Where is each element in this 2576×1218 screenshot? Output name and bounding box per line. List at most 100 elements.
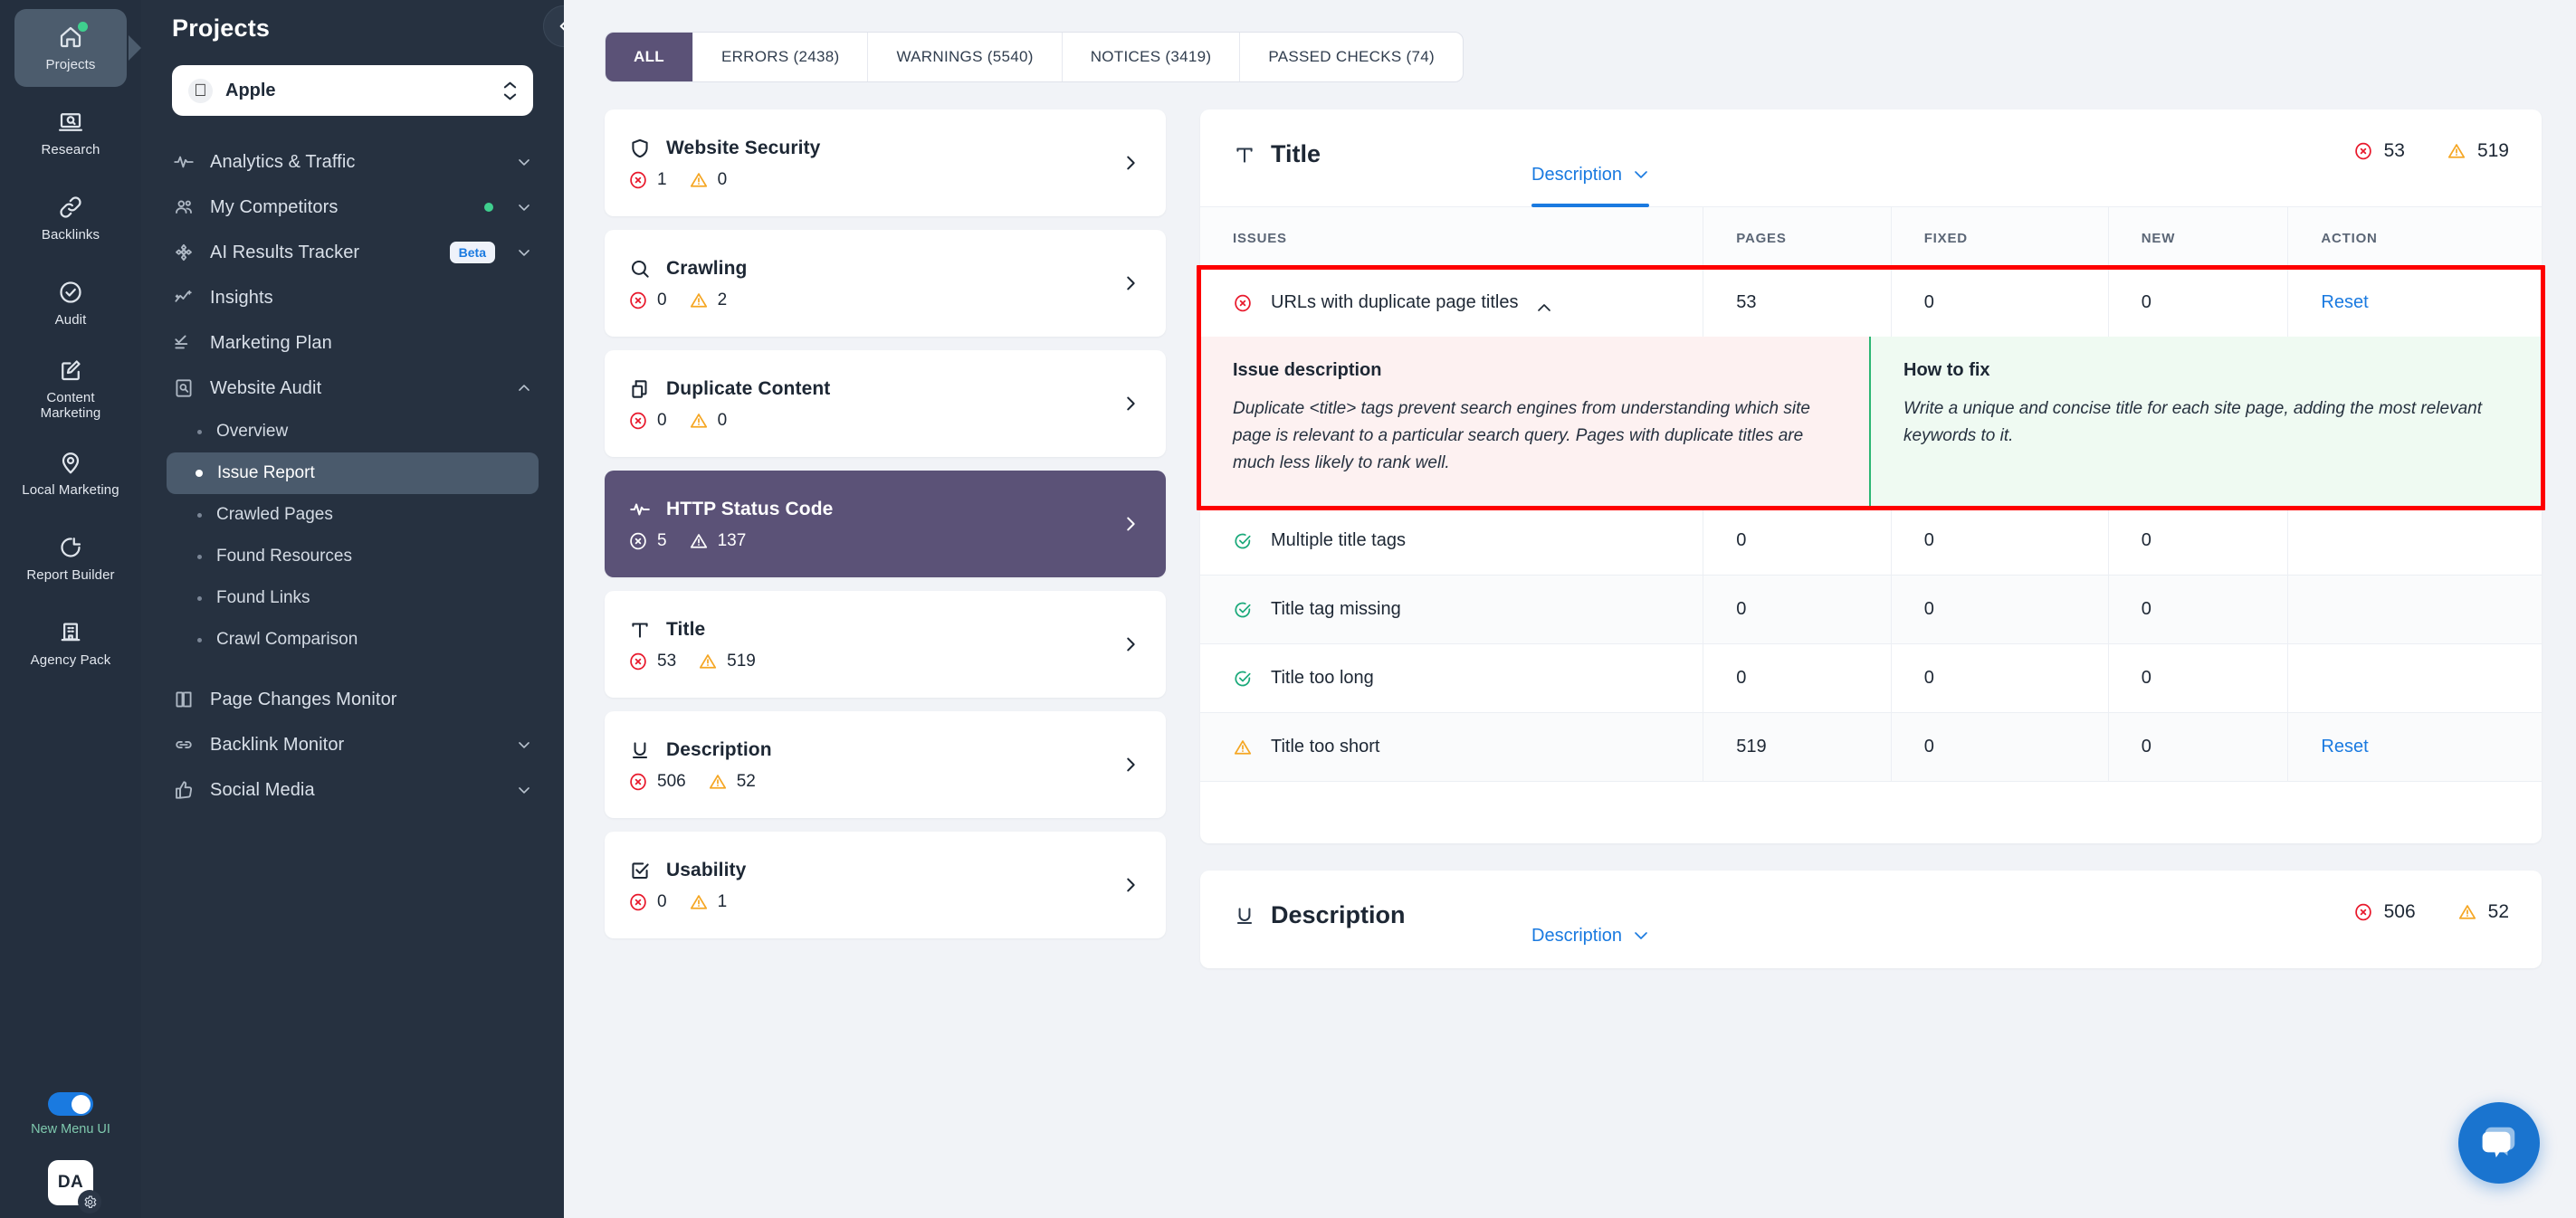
pulse-icon <box>628 498 652 521</box>
sidebar-item-analytics-traffic[interactable]: Analytics & Traffic <box>141 139 564 185</box>
new-menu-ui-toggle[interactable] <box>48 1092 93 1116</box>
error-count: 0 <box>657 410 667 430</box>
chevron-up-icon[interactable] <box>1536 298 1552 311</box>
cell-pages: 519 <box>1703 712 1892 782</box>
sidebar-item-page-changes-monitor[interactable]: Page Changes Monitor <box>141 677 564 722</box>
table-row[interactable]: Multiple title tags 0 0 0 <box>1200 507 2542 576</box>
rail-item-audit[interactable]: Audit <box>14 264 127 342</box>
tab-notices[interactable]: NOTICES (3419) <box>1061 33 1240 81</box>
sidebar-item-marketing-plan[interactable]: Marketing Plan <box>141 320 564 366</box>
panel-error-count: 53 <box>2383 140 2405 161</box>
sidebar-item-website-audit[interactable]: Website Audit <box>141 366 564 411</box>
sidebar-item-overview[interactable]: Overview <box>167 411 539 452</box>
chevron-down-icon[interactable] <box>515 198 533 216</box>
chevron-down-icon[interactable] <box>515 736 533 754</box>
sidebar-item-ai-results-tracker[interactable]: AI Results Tracker Beta <box>141 230 564 275</box>
pulse-icon <box>172 150 196 174</box>
category-title-row: Crawling <box>628 257 1121 281</box>
sidebar-item-found-resources[interactable]: Found Resources <box>167 536 539 577</box>
warning-icon <box>689 290 709 310</box>
rail-label: Audit <box>54 312 87 328</box>
issue-name-group: Title too long <box>1233 668 1703 689</box>
chevron-down-icon[interactable] <box>515 153 533 171</box>
issues-table-rows: Multiple title tags 0 0 0 Title tag miss… <box>1200 507 2542 782</box>
rail-item-content-marketing[interactable]: Content Marketing <box>14 349 127 427</box>
cell-action[interactable]: Reset <box>2287 712 2542 782</box>
chevron-right-icon[interactable] <box>1121 514 1140 534</box>
cell-issue[interactable]: Title too short <box>1200 712 1704 782</box>
cell-action[interactable]: Reset <box>2288 269 2542 337</box>
sidebar-title: Projects <box>172 14 271 42</box>
rail-label: Research <box>41 142 100 157</box>
project-selector[interactable]:  Apple <box>172 65 533 116</box>
reset-button[interactable]: Reset <box>2321 292 2368 312</box>
chat-bubble-icon[interactable] <box>2458 1102 2540 1184</box>
chevron-right-icon[interactable] <box>1121 153 1140 173</box>
error-count: 506 <box>657 771 686 791</box>
gear-icon[interactable] <box>78 1190 101 1213</box>
chevron-right-icon[interactable] <box>1121 875 1140 895</box>
chevron-right-icon[interactable] <box>1121 634 1140 654</box>
sidebar-item-backlink-monitor[interactable]: Backlink Monitor <box>141 722 564 767</box>
category-card-website-security[interactable]: Website Security 1 0 <box>605 109 1166 216</box>
rail-item-agency-pack[interactable]: Agency Pack <box>14 604 127 682</box>
category-body: Duplicate Content 0 0 <box>628 377 1121 431</box>
rail-item-research[interactable]: Research <box>14 94 127 172</box>
tab-all[interactable]: ALL <box>606 33 692 81</box>
tab-passed-checks[interactable]: PASSED CHECKS (74) <box>1239 33 1463 81</box>
warning-stat: 0 <box>689 411 727 431</box>
category-card-http-status-code[interactable]: HTTP Status Code 5 137 <box>605 471 1166 577</box>
chevron-right-icon[interactable] <box>1121 755 1140 775</box>
sidebar-item-insights[interactable]: Insights <box>141 275 564 320</box>
sidebar-item-crawl-comparison[interactable]: Crawl Comparison <box>167 619 539 661</box>
warning-icon <box>2447 141 2466 161</box>
chevron-right-icon[interactable] <box>1121 394 1140 414</box>
table-row[interactable]: Title too short 519 0 0 Reset <box>1200 712 2542 782</box>
warning-count: 52 <box>736 771 756 791</box>
table-row[interactable]: URLs with duplicate page titles 53 0 0 R… <box>1200 269 2542 337</box>
rail-item-backlinks[interactable]: Backlinks <box>14 179 127 257</box>
sidebar-item-found-links[interactable]: Found Links <box>167 577 539 619</box>
category-body: Usability 0 1 <box>628 859 1121 912</box>
category-card-title[interactable]: Title 53 519 <box>605 591 1166 698</box>
cell-issue[interactable]: URLs with duplicate page titles <box>1200 269 1704 337</box>
rail-label: Projects <box>45 57 96 72</box>
error-stat: 1 <box>628 170 667 190</box>
sidebar-item-social-media[interactable]: Social Media <box>141 767 564 813</box>
chevron-right-icon[interactable] <box>1121 273 1140 293</box>
cell-issue[interactable]: Title too long <box>1200 643 1704 713</box>
apple-logo-icon:  <box>188 78 213 103</box>
tab-errors[interactable]: ERRORS (2438) <box>692 33 868 81</box>
user-avatar-group[interactable]: DA <box>48 1160 101 1213</box>
table-row[interactable]: Title too long 0 0 0 <box>1200 643 2542 713</box>
chevron-up-icon[interactable] <box>515 379 533 397</box>
chevron-down-icon[interactable] <box>515 781 533 799</box>
tab-warnings[interactable]: WARNINGS (5540) <box>867 33 1061 81</box>
check-circle-icon <box>57 279 84 306</box>
ai-icon <box>172 241 196 264</box>
category-card-usability[interactable]: Usability 0 1 <box>605 832 1166 938</box>
warning-stat: 52 <box>708 772 756 792</box>
chevron-down-icon[interactable] <box>515 243 533 262</box>
cell-pages: 0 <box>1703 643 1892 713</box>
rail-item-report-builder[interactable]: Report Builder <box>14 519 127 597</box>
cell-issue[interactable]: Title tag missing <box>1200 575 1704 644</box>
description-dropdown[interactable]: Description <box>1531 871 1649 968</box>
column-issues: ISSUES <box>1200 207 1704 269</box>
sidebar-item-issue-report[interactable]: Issue Report <box>167 452 539 494</box>
category-card-crawling[interactable]: Crawling 0 2 <box>605 230 1166 337</box>
reset-button[interactable]: Reset <box>2321 737 2368 756</box>
rail-item-local-marketing[interactable]: Local Marketing <box>14 434 127 512</box>
rail-item-projects[interactable]: Projects <box>14 9 127 87</box>
sidebar-item-label: Analytics & Traffic <box>210 152 356 172</box>
category-card-duplicate-content[interactable]: Duplicate Content 0 0 <box>605 350 1166 457</box>
table-row[interactable]: Title tag missing 0 0 0 <box>1200 575 2542 644</box>
category-stats: 506 52 <box>628 772 1121 792</box>
issue-description-heading: Issue description <box>1233 360 1382 380</box>
description-dropdown[interactable]: Description <box>1531 109 1650 207</box>
category-card-description[interactable]: Description 506 52 <box>605 711 1166 818</box>
cell-issue[interactable]: Multiple title tags <box>1200 507 1704 576</box>
shield-icon <box>628 137 652 160</box>
sidebar-item-crawled-pages[interactable]: Crawled Pages <box>167 494 539 536</box>
sidebar-item-my-competitors[interactable]: My Competitors <box>141 185 564 230</box>
